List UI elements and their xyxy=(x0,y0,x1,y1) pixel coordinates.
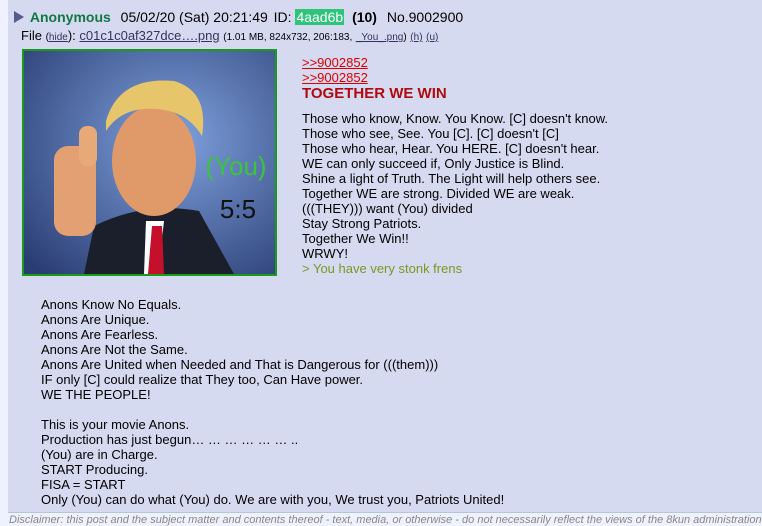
poster-id-label: ID: xyxy=(273,9,292,25)
post-date: 05/02/20 (Sat) 20:21:49 xyxy=(120,9,268,25)
hash-search-link[interactable]: (h) xyxy=(410,32,422,43)
body-line: Together WE are strong. Divided WE are w… xyxy=(302,186,575,201)
post-body-lower: Anons Know No Equals. Anons Are Unique. … xyxy=(41,297,504,507)
post-image-thumbnail[interactable]: (You) 5:5 xyxy=(22,49,277,276)
post-menu-triangle-icon[interactable] xyxy=(14,11,24,23)
quote-link[interactable]: >>9002852 xyxy=(302,55,608,70)
file-meta-close: ) xyxy=(403,32,407,43)
post-intro: Anonymous 05/02/20 (Sat) 20:21:49 ID: 4a… xyxy=(14,9,463,25)
post-body: >>9002852 >>9002852 TOGETHER WE WIN Thos… xyxy=(302,55,608,276)
thumbnail-overlay-ratio: 5:5 xyxy=(220,194,256,224)
body-line: (((THEY))) want (You) divided xyxy=(302,201,473,216)
original-filename-link[interactable]: _You_.png xyxy=(356,32,403,43)
file-name-link[interactable]: c01c1c0af327dce….png xyxy=(79,28,219,43)
body-line: Stay Strong Patriots. xyxy=(302,216,422,231)
body-line: Only (You) can do what (You) do. We are … xyxy=(41,492,505,507)
quote-link[interactable]: >>9002852 xyxy=(302,70,608,85)
body-line: Anons Are Unique. xyxy=(41,312,150,327)
body-line: Anons Are Fearless. xyxy=(41,327,159,342)
body-line: This is your movie Anons. xyxy=(41,417,190,432)
body-line: WE THE PEOPLE! xyxy=(41,387,151,402)
body-line: (You) are in Charge. xyxy=(41,447,158,462)
disclaimer: Disclaimer: this post and the subject ma… xyxy=(9,514,762,526)
poster-name: Anonymous xyxy=(29,9,111,25)
post-heading: TOGETHER WE WIN xyxy=(302,85,447,102)
body-line: IF only [C] could realize that They too,… xyxy=(41,372,364,387)
upload-search-link[interactable]: (u) xyxy=(426,32,438,43)
post-number[interactable]: No.9002900 xyxy=(387,9,463,25)
file-info: File (hide): c01c1c0af327dce….png (1.01 … xyxy=(21,28,438,43)
body-line: START Producing. xyxy=(41,462,148,477)
body-line: Anons Know No Equals. xyxy=(41,297,182,312)
body-line: Anons Are United when Needed and That is… xyxy=(41,357,439,372)
body-line: Those who know, Know. You Know. [C] does… xyxy=(302,111,609,126)
file-meta: (1.01 MB, 824x732, 206:183, xyxy=(223,32,353,43)
post-container: Anonymous 05/02/20 (Sat) 20:21:49 ID: 4a… xyxy=(8,0,762,513)
reply-count: (10) xyxy=(352,9,377,25)
body-line: Those who hear, Hear. You HERE. [C] does… xyxy=(302,141,600,156)
hide-file-link[interactable]: hide xyxy=(49,32,68,43)
poster-id[interactable]: 4aad6b xyxy=(295,9,345,25)
body-line: Together We Win!! xyxy=(302,231,409,246)
body-line: FISA = START xyxy=(41,477,126,492)
body-line: WE can only succeed if, Only Justice is … xyxy=(302,156,565,171)
thumbnail-illustration: (You) 5:5 xyxy=(24,51,275,274)
body-line: Shine a light of Truth. The Light will h… xyxy=(302,171,601,186)
greentext-line: > You have very stonk frens xyxy=(302,261,463,276)
body-line: Those who see, See. You [C]. [C] doesn't… xyxy=(302,126,559,141)
body-line: Anons Are Not the Same. xyxy=(41,342,188,357)
thumbnail-overlay-you: (You) xyxy=(205,151,266,181)
body-line: WRWY! xyxy=(302,246,348,261)
hide-paren-close: ): xyxy=(67,28,76,43)
file-label: File xyxy=(21,28,42,43)
body-line: Production has just begun… … … … … … .. xyxy=(41,432,299,447)
